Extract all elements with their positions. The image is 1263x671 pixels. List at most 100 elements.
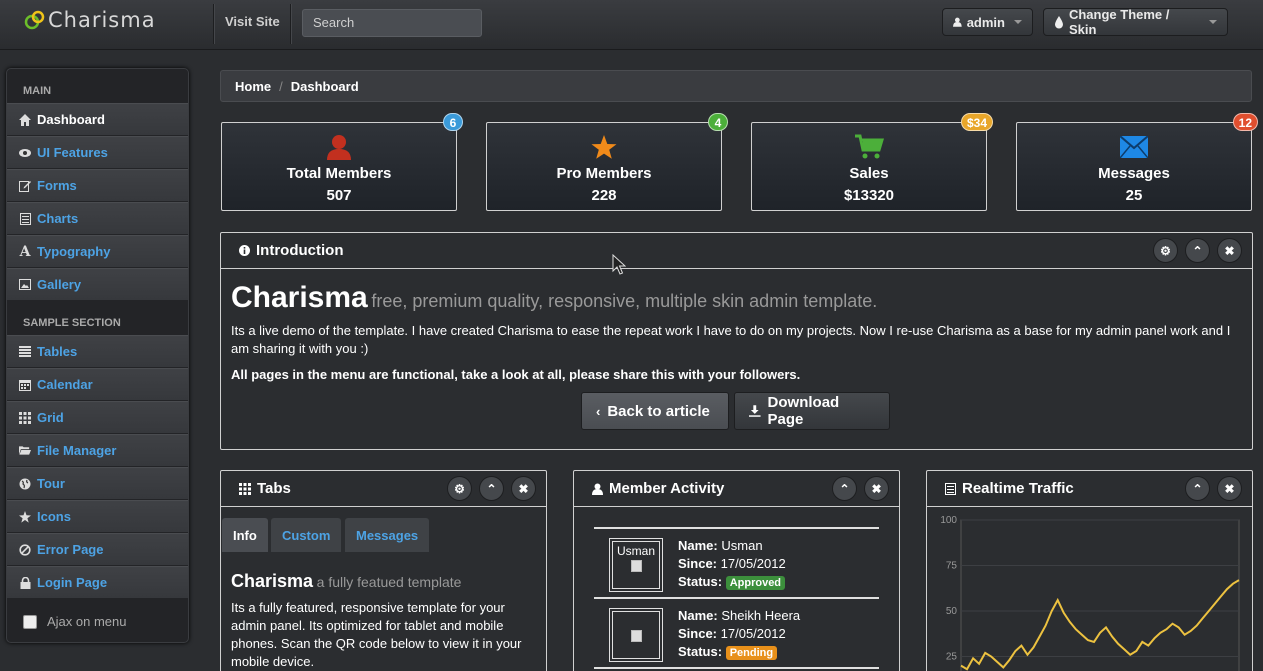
- stat-total-members[interactable]: Total Members 507 6: [221, 113, 463, 211]
- align-justify-icon: [19, 346, 31, 358]
- tab-info[interactable]: Info: [222, 518, 268, 552]
- close-button[interactable]: ✖: [511, 476, 536, 501]
- th-icon: [19, 411, 31, 424]
- minimize-button[interactable]: ⌃: [832, 476, 857, 501]
- avatar[interactable]: [609, 608, 663, 662]
- stat-value: 507: [326, 187, 352, 204]
- download-page-button[interactable]: Download Page: [734, 392, 890, 430]
- brand[interactable]: Charisma: [24, 8, 156, 32]
- sidebar-item-ui-features[interactable]: UI Features: [7, 136, 188, 168]
- chevron-up-icon: ⌃: [839, 481, 850, 496]
- th-icon: [239, 482, 251, 495]
- settings-button[interactable]: ⚙: [447, 476, 472, 501]
- sidebar-item-file-manager[interactable]: File Manager: [7, 434, 188, 466]
- sidebar-item-typography[interactable]: A Typography: [7, 235, 188, 267]
- member-since: 17/05/2012: [720, 556, 786, 571]
- introduction-subheading: free, premium quality, responsive, multi…: [371, 291, 878, 311]
- tabs-paragraph: Its a fully featured, responsive templat…: [231, 600, 522, 669]
- ajax-toggle[interactable]: Ajax on menu: [23, 614, 127, 629]
- chevron-down-icon: [1014, 20, 1022, 24]
- sidebar-item-forms[interactable]: Forms: [7, 169, 188, 201]
- close-icon: ✖: [1224, 481, 1235, 496]
- list-item: Name: Sheikh Heera Since: 17/05/2012 Sta…: [594, 597, 879, 667]
- tab-custom[interactable]: Custom: [271, 518, 342, 552]
- sidebar-item-label: Login Page: [37, 575, 108, 590]
- introduction-note: All pages in the menu are functional, ta…: [231, 367, 801, 382]
- breadcrumb-divider: /: [279, 78, 283, 94]
- chart-frame: [960, 519, 1240, 671]
- avatar-image: [612, 611, 660, 659]
- stat-badge: 12: [1232, 113, 1258, 131]
- box-tools: ⌃ ✖: [1185, 476, 1242, 501]
- tab-messages[interactable]: Messages: [345, 518, 430, 552]
- stat-sales[interactable]: Sales $13320 $34: [751, 113, 993, 211]
- ajax-checkbox[interactable]: [23, 614, 37, 629]
- back-to-article-button[interactable]: ‹ Back to article: [581, 392, 729, 430]
- breadcrumb-dashboard[interactable]: Dashboard: [291, 79, 359, 94]
- minimize-button[interactable]: ⌃: [1185, 476, 1210, 501]
- sidebar-item-label: Calendar: [37, 377, 93, 392]
- download-icon: [749, 405, 761, 417]
- close-button[interactable]: ✖: [1217, 238, 1242, 263]
- member-name: Usman: [721, 538, 763, 553]
- y-tick-label: 100: [940, 515, 957, 526]
- tabs-heading: Charisma: [231, 571, 314, 591]
- sidebar-item-tables[interactable]: Tables: [7, 335, 188, 367]
- search-input[interactable]: Search: [302, 9, 482, 37]
- chevron-down-icon: [1209, 20, 1217, 24]
- user-icon: [592, 483, 603, 495]
- list-item: Usman Name: Usman Since: 17/05/2012 Stat…: [594, 527, 879, 597]
- chevron-up-icon: ⌃: [486, 481, 497, 496]
- download-page-label: Download Page: [767, 394, 840, 428]
- sidebar-item-error-page[interactable]: Error Page: [7, 533, 188, 565]
- ajax-label: Ajax on menu: [47, 614, 127, 629]
- sidebar-item-gallery[interactable]: Gallery: [7, 268, 188, 300]
- breadcrumb-home[interactable]: Home: [235, 79, 271, 94]
- tabs-box: Tabs ⚙ ⌃ ✖ Info Custom Messages Charisma…: [220, 470, 547, 671]
- member-since-line: Since: 17/05/2012: [678, 556, 786, 571]
- member-activity-title: Member Activity: [609, 480, 725, 497]
- broken-image-icon: [630, 630, 642, 642]
- sidebar-item-tour[interactable]: Tour: [7, 467, 188, 499]
- sidebar-item-calendar[interactable]: Calendar: [7, 368, 188, 400]
- list-icon: [19, 212, 31, 225]
- member-since-label: Since:: [678, 626, 718, 641]
- sidebar-item-dashboard[interactable]: Dashboard: [7, 103, 188, 135]
- ban-icon: [19, 543, 31, 556]
- member-status-label: Status:: [678, 574, 723, 589]
- visit-site-link[interactable]: Visit Site: [225, 14, 280, 29]
- stat-title: Total Members: [286, 165, 392, 182]
- sidebar-item-grid[interactable]: Grid: [7, 401, 188, 433]
- star-icon: [487, 134, 721, 160]
- sidebar-item-charts[interactable]: Charts: [7, 202, 188, 234]
- sidebar-item-login-page[interactable]: Login Page: [7, 566, 188, 598]
- sidebar-item-icons[interactable]: Icons: [7, 500, 188, 532]
- list-divider: [594, 667, 879, 671]
- sidebar-item-label: Tables: [37, 344, 78, 359]
- minimize-button[interactable]: ⌃: [1185, 238, 1210, 263]
- folder-open-icon: [19, 445, 31, 457]
- y-tick-label: 50: [946, 606, 958, 617]
- settings-button[interactable]: ⚙: [1153, 238, 1178, 263]
- sidebar-item-label: Grid: [37, 410, 64, 425]
- sidebar-item-label: Forms: [37, 178, 77, 193]
- member-since-line: Since: 17/05/2012: [678, 626, 786, 641]
- close-button[interactable]: ✖: [1217, 476, 1242, 501]
- chevron-left-icon: ‹: [596, 403, 601, 419]
- close-icon: ✖: [871, 481, 882, 496]
- user-menu-button[interactable]: admin: [942, 8, 1033, 36]
- globe-icon: [19, 478, 31, 490]
- sidebar-item-label: Charts: [37, 211, 79, 226]
- close-button[interactable]: ✖: [864, 476, 889, 501]
- minimize-button[interactable]: ⌃: [479, 476, 504, 501]
- member-status-line: Status: Approved: [678, 574, 786, 590]
- box-tools: ⌃ ✖: [832, 476, 889, 501]
- picture-icon: [19, 279, 31, 291]
- avatar[interactable]: Usman: [609, 538, 663, 592]
- stat-messages[interactable]: Messages 25 12: [1016, 113, 1258, 211]
- realtime-traffic-box: Realtime Traffic ⌃ ✖ 100 75 50 25: [926, 470, 1253, 671]
- member-activity-box: Member Activity ⌃ ✖ Usman Name: Usman Si…: [573, 470, 900, 671]
- nav-divider: [290, 4, 291, 44]
- stat-pro-members[interactable]: Pro Members 228 4: [486, 113, 728, 211]
- change-theme-button[interactable]: Change Theme / Skin: [1043, 7, 1228, 37]
